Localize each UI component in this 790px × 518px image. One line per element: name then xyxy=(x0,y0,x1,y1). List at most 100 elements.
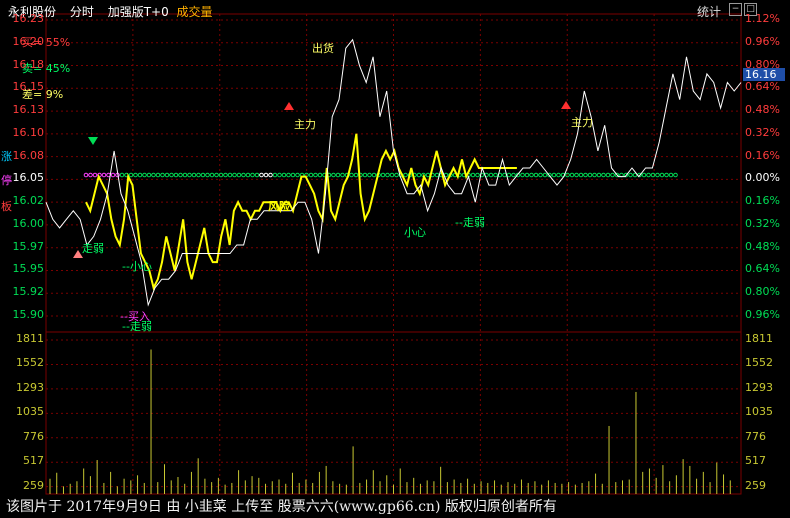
current-price-tag: 16.16 xyxy=(743,68,785,81)
stats-button[interactable]: 统计 xyxy=(697,3,721,20)
percent-tick-label: 0.48% xyxy=(745,239,780,253)
zero-dot xyxy=(578,172,584,178)
annotation-xiaoxin-1: --小心 xyxy=(122,260,152,273)
watermark: 该图片于 2017年9月9日 由 小韭菜 上传至 股票六六(www.gp66.c… xyxy=(0,496,790,518)
zero-dot xyxy=(245,172,251,178)
percent-tick-label: 0.00% xyxy=(745,171,780,185)
zero-dot xyxy=(272,172,278,178)
mode-tab[interactable]: 分时 xyxy=(70,5,94,19)
volume-tick-label: 776 xyxy=(23,429,44,443)
zero-dot xyxy=(529,172,534,178)
zero-dot xyxy=(506,172,512,178)
volume-tick-label: 1811 xyxy=(16,332,44,345)
minimize-icon[interactable]: − xyxy=(729,3,742,16)
zero-dot xyxy=(241,172,246,178)
price-tick-label: 15.97 xyxy=(12,239,45,253)
zero-dot xyxy=(290,172,296,178)
zero-dot xyxy=(538,172,543,178)
annotation-zhuli-1: 主力 xyxy=(294,118,316,131)
zero-dot xyxy=(236,172,242,178)
indicator-name[interactable]: 加强版T+0 xyxy=(108,5,169,19)
price-tick-label: 16.00 xyxy=(12,216,45,230)
volume-label[interactable]: 成交量 xyxy=(177,5,213,19)
buy-arrow-icon xyxy=(284,102,294,110)
zero-dot xyxy=(223,172,228,178)
zero-dot xyxy=(362,172,368,178)
volume-tick-label: 1552 xyxy=(16,356,44,370)
zero-dot xyxy=(178,172,183,178)
zero-dot xyxy=(205,172,210,178)
annotation-zouruo-1: 走弱 xyxy=(82,242,104,255)
zero-dot xyxy=(317,172,323,178)
annotation-zouruo-3: --走弱 xyxy=(455,216,485,229)
volume-tick-label: 1293 xyxy=(16,380,44,394)
zero-dot xyxy=(110,172,116,178)
price-tick-label: 16.20 xyxy=(12,34,45,48)
percent-tick-label: 0.96% xyxy=(745,308,780,321)
percent-tick-label: 0.48% xyxy=(745,103,780,117)
zero-dot xyxy=(520,172,525,178)
price-tick-label: 16.13 xyxy=(12,103,45,117)
zero-dot xyxy=(556,172,561,178)
percent-tick-label: 0.96% xyxy=(745,34,780,48)
volume-tick-label: 776 xyxy=(745,429,766,443)
zero-dot xyxy=(214,172,219,178)
volume-tick-label: 1035 xyxy=(745,405,773,419)
sell-arrow-icon xyxy=(88,137,98,145)
zero-dot xyxy=(155,172,161,178)
zero-dot xyxy=(254,172,260,178)
zero-dot xyxy=(200,172,206,178)
price-tick-label: 16.08 xyxy=(12,148,45,162)
zero-dot xyxy=(511,172,516,178)
zero-dot xyxy=(196,172,201,178)
zero-dot xyxy=(182,172,188,178)
zero-line-markers xyxy=(83,172,678,178)
percent-tick-label: 0.16% xyxy=(745,148,780,162)
price-tick-label: 16.18 xyxy=(12,57,45,71)
zero-dot xyxy=(92,172,98,178)
zero-dot xyxy=(542,172,548,178)
zero-dot xyxy=(596,172,602,178)
percent-tick-label: 0.64% xyxy=(745,80,780,94)
zero-dot xyxy=(151,172,156,178)
zero-dot xyxy=(416,172,422,178)
zero-dot xyxy=(367,172,372,178)
zero-dot xyxy=(628,172,633,178)
zero-dot xyxy=(353,172,359,178)
zero-dot xyxy=(524,172,530,178)
zero-dot xyxy=(601,172,606,178)
volume-tick-label: 1811 xyxy=(745,332,773,345)
price-tick-label: 15.90 xyxy=(12,308,45,321)
zero-dot xyxy=(587,172,593,178)
zero-dot xyxy=(569,172,575,178)
zero-dot xyxy=(610,172,615,178)
zero-dot xyxy=(259,172,264,178)
zero-dot xyxy=(574,172,579,178)
zero-dot xyxy=(493,172,498,178)
buy-arrow-icon xyxy=(561,101,571,109)
zero-dot xyxy=(583,172,588,178)
zero-dot xyxy=(164,172,170,178)
price-tick-label: 15.92 xyxy=(12,285,45,299)
zero-dot xyxy=(232,172,237,178)
percent-tick-label: 0.32% xyxy=(745,216,780,230)
zero-dot xyxy=(425,172,431,178)
zero-dot xyxy=(475,172,480,178)
zero-dot xyxy=(137,172,143,178)
zero-dot xyxy=(295,172,300,178)
zero-dot xyxy=(488,172,494,178)
volume-tick-label: 1035 xyxy=(16,405,44,419)
zero-dot xyxy=(169,172,174,178)
zero-dot xyxy=(470,172,476,178)
zero-dot xyxy=(659,172,665,178)
annotation-zhuli-2: 主力 xyxy=(571,116,593,129)
zero-dot xyxy=(88,172,93,178)
zero-dot xyxy=(371,172,377,178)
price-tick-label: 16.15 xyxy=(12,80,45,94)
zero-dot xyxy=(673,172,678,178)
zero-dot xyxy=(83,172,89,178)
zero-dot xyxy=(187,172,192,178)
zero-dot xyxy=(277,172,282,178)
price-tick-label: 16.02 xyxy=(12,194,45,208)
annotation-mairu: --买入 xyxy=(120,310,150,323)
